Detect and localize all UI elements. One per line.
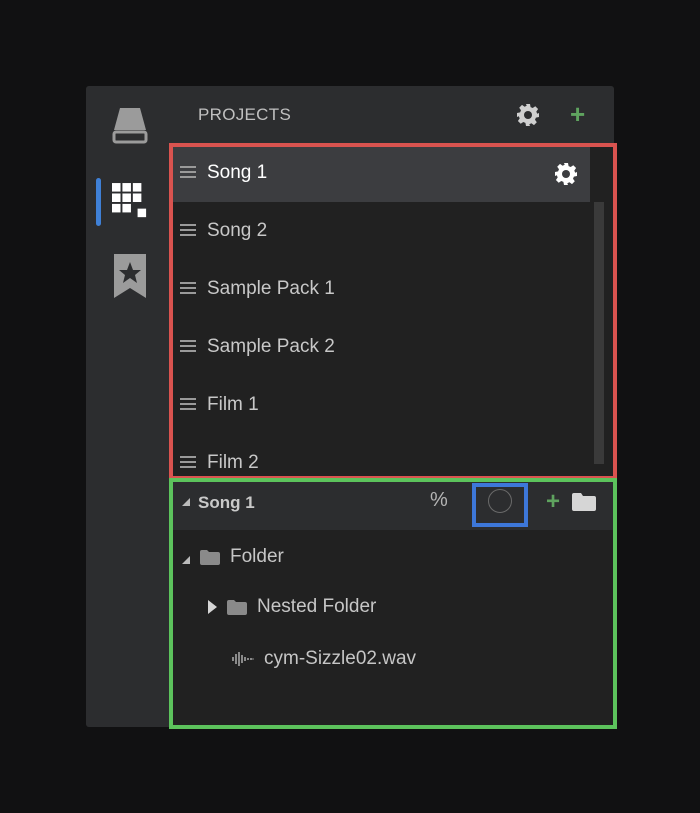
folder-icon (227, 599, 247, 615)
project-item[interactable]: Song 1 (170, 144, 590, 202)
projects-title: PROJECTS (198, 105, 292, 124)
project-item[interactable]: Song 2 (170, 202, 590, 260)
tree-item-label: Folder (230, 546, 284, 567)
tree-body: Folder Nested Folder cym-Sizzle02.wav (170, 530, 614, 727)
grid-icon[interactable] (112, 182, 148, 222)
folder-icon[interactable] (572, 493, 596, 516)
collapse-triangle-icon[interactable] (182, 498, 190, 506)
tree-header: Song 1 % + (170, 476, 614, 530)
tree-item-file[interactable]: cym-Sizzle02.wav (232, 644, 416, 674)
project-item[interactable]: Film 2 (170, 434, 590, 475)
projects-settings-gear-icon[interactable] (516, 103, 540, 127)
project-settings-gear-icon[interactable] (554, 162, 578, 186)
tree-item-folder[interactable]: Folder (182, 542, 284, 572)
project-label: Song 2 (207, 220, 268, 241)
collapsed-triangle-icon[interactable] (208, 600, 217, 614)
projects-header: PROJECTS + (170, 86, 614, 144)
percent-button[interactable]: % (430, 489, 448, 512)
project-label: Sample Pack 1 (207, 278, 335, 299)
drag-handle-icon[interactable] (180, 282, 196, 296)
project-browser-panel: PROJECTS + Song 1 Song 2 Sample Pack 1 S… (86, 86, 614, 727)
sidebar-active-indicator (96, 178, 101, 226)
expanded-triangle-icon[interactable] (182, 556, 190, 564)
project-item[interactable]: Sample Pack 2 (170, 318, 590, 376)
drive-icon[interactable] (112, 104, 148, 144)
drag-handle-icon[interactable] (180, 398, 196, 412)
project-label: Song 1 (207, 162, 268, 183)
drag-handle-icon[interactable] (180, 456, 196, 470)
project-label: Sample Pack 2 (207, 336, 335, 357)
drag-handle-icon[interactable] (180, 224, 196, 238)
project-label: Film 1 (207, 394, 259, 415)
circle-record-icon[interactable] (488, 489, 512, 513)
folder-icon (200, 549, 220, 565)
add-project-button[interactable]: + (570, 101, 585, 127)
bookmark-star-icon[interactable] (112, 254, 148, 298)
add-item-button[interactable]: + (546, 490, 560, 514)
projects-list: Song 1 Song 2 Sample Pack 1 Sample Pack … (170, 144, 614, 475)
project-label: Film 2 (207, 452, 259, 473)
project-item[interactable]: Sample Pack 1 (170, 260, 590, 318)
tree-item-folder[interactable]: Nested Folder (208, 592, 376, 622)
sidebar (86, 86, 170, 727)
tree-item-label: cym-Sizzle02.wav (264, 648, 417, 669)
project-item[interactable]: Film 1 (170, 376, 590, 434)
drag-handle-icon[interactable] (180, 166, 196, 180)
tree-title: Song 1 (198, 493, 255, 512)
tree-item-label: Nested Folder (257, 596, 377, 617)
waveform-icon (232, 652, 254, 666)
projects-scrollbar[interactable] (594, 202, 604, 464)
drag-handle-icon[interactable] (180, 340, 196, 354)
